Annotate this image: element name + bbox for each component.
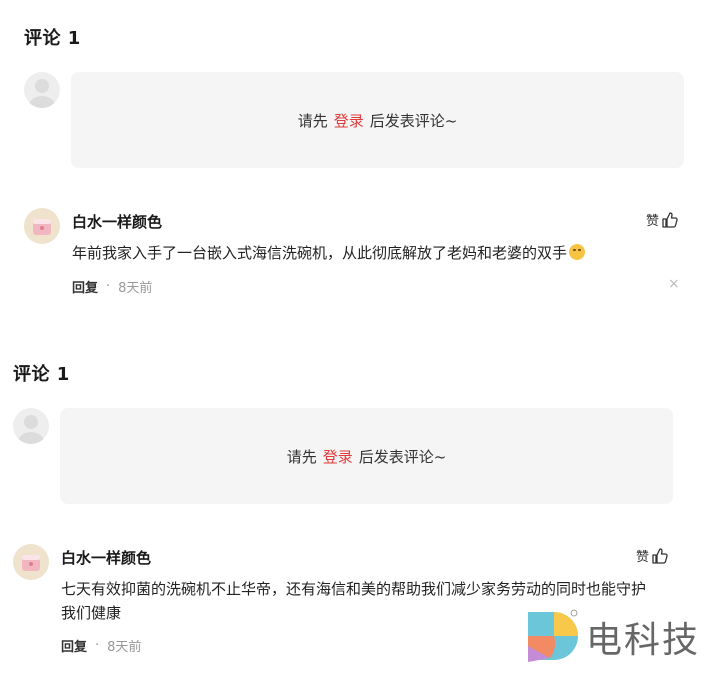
comment-username[interactable]: 白水一样颜色 <box>61 547 151 568</box>
like-button[interactable]: 赞 <box>646 210 679 229</box>
reply-button[interactable]: 回复 <box>72 277 98 296</box>
watermark-text: 电科技 <box>585 620 700 661</box>
comment-time: 8天前 <box>118 281 153 296</box>
comment-text-body: 年前我家入手了一台嵌入式海信洗碗机，从此彻底解放了老妈和老婆的双手 <box>72 244 568 262</box>
smirk-emoji-icon <box>569 244 586 260</box>
login-prompt-before: 请先 <box>286 447 317 466</box>
brand-logo-icon <box>527 609 578 662</box>
comment-text: 年前我家入手了一台嵌入式海信洗碗机，从此彻底解放了老妈和老婆的双手 <box>72 241 586 265</box>
login-link[interactable]: 登录 <box>323 446 353 467</box>
login-prompt-box: 请先 登录 后发表评论~ <box>60 408 673 504</box>
like-label: 赞 <box>646 214 660 229</box>
login-prompt-after: 后发表评论~ <box>358 447 447 466</box>
comment-text-line-2: 我们健康 <box>61 604 122 622</box>
comment-text-line-1: 七天有效抑菌的洗碗机不止华帝，还有海信和美的帮助我们减少家务劳动的同时也能守护 <box>61 580 647 598</box>
guest-avatar <box>13 408 49 444</box>
comment-username[interactable]: 白水一样颜色 <box>72 211 162 232</box>
login-prompt-box: 请先 登录 后发表评论~ <box>71 72 684 168</box>
user-avatar[interactable] <box>13 544 49 580</box>
reply-button[interactable]: 回复 <box>61 636 87 655</box>
guest-avatar <box>24 72 60 108</box>
meta-separator: · <box>106 279 111 294</box>
login-link[interactable]: 登录 <box>334 110 364 131</box>
user-avatar[interactable] <box>24 208 60 244</box>
comment-meta: 回复 · 8天前 <box>61 636 141 655</box>
thumbs-up-icon <box>652 547 668 564</box>
comment-time: 8天前 <box>107 640 142 655</box>
meta-separator: · <box>95 638 100 653</box>
login-prompt-after: 后发表评论~ <box>369 111 458 130</box>
watermark-logo: 电科技 <box>524 608 700 666</box>
close-icon[interactable]: × <box>668 276 680 292</box>
section-title: 评论 1 <box>24 28 81 49</box>
like-label: 赞 <box>636 550 650 565</box>
comment-meta: 回复 · 8天前 <box>72 277 152 296</box>
like-button[interactable]: 赞 <box>636 546 669 565</box>
login-prompt-before: 请先 <box>297 111 328 130</box>
thumbs-up-icon <box>662 211 678 228</box>
section-title: 评论 1 <box>13 364 70 385</box>
